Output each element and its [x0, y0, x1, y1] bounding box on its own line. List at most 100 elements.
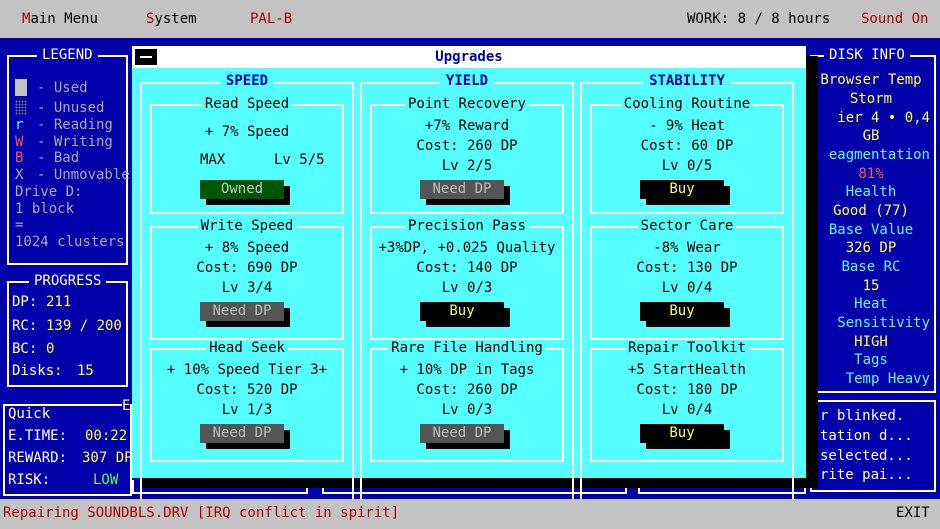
card-effect: -8% Wear — [653, 240, 721, 256]
dp-value: 211 — [46, 294, 72, 310]
card-effect: +5 StartHealth — [627, 362, 746, 378]
unmovable-key: X — [15, 167, 24, 183]
column-title-speed: SPEED — [219, 73, 275, 89]
card-effect: + 10% Speed Tier 3+ — [166, 362, 328, 378]
progress-panel: PROGRESS DP: 211 RC: 139 / 200 BC: 0 Dis… — [7, 273, 128, 387]
disk-info-line: GB — [862, 128, 880, 144]
upgrade-card-sector-care: Sector Care -8% Wear Cost: 130 DP Lv 0/4… — [590, 218, 784, 340]
dp-label: DP: — [12, 294, 38, 310]
dialog-title: Upgrades — [435, 49, 503, 65]
card-level: Lv 0/4 — [661, 402, 713, 418]
card-effect: +7% Reward — [424, 118, 510, 134]
buy-button[interactable]: Buy — [640, 302, 730, 327]
card-effect: +3%DP, +0.025 Quality — [378, 240, 556, 256]
disk-info-title: DISK INFO — [824, 47, 910, 63]
legend-bad: - Bad — [37, 150, 80, 166]
upgrades-dialog: Upgrades SPEED Read Speed + 7% Speed MAX… — [132, 46, 806, 516]
disks-label: Disks: — [12, 363, 63, 379]
card-cost: Cost: 260 DP — [416, 138, 518, 154]
progress-title: PROGRESS — [29, 273, 107, 289]
disk-info-line: Browser Temp — [820, 72, 922, 88]
card-title: Precision Pass — [404, 218, 529, 234]
risk-value: LOW — [93, 472, 119, 488]
log-line: selected... — [820, 448, 913, 464]
card-title: Point Recovery — [404, 96, 529, 112]
legend-writing: - Writing — [37, 134, 113, 150]
need-dp-button[interactable]: Need DP — [200, 302, 290, 327]
upgrade-card-read-speed: Read Speed + 7% Speed MAX Lv 5/5 Owned — [150, 96, 344, 214]
card-title: Head Seek — [206, 340, 288, 356]
column-title-yield: YIELD — [439, 73, 495, 89]
main-menu[interactable]: Main Menu — [22, 11, 98, 27]
quick-title: Quick — [8, 406, 51, 422]
card-effect: + 10% DP in Tags — [399, 362, 535, 378]
card-level: Lv 1/3 — [221, 402, 273, 418]
rc-label: RC: — [12, 318, 38, 334]
disk-info-line: eagmentation — [828, 147, 930, 163]
disk-info-line: Tags — [854, 352, 888, 368]
disks-value: 15 — [77, 363, 94, 379]
owned-button[interactable]: Owned — [200, 180, 290, 205]
card-effect: + 8% Speed — [204, 240, 290, 256]
disk-info-line: Storm — [849, 91, 893, 107]
palb-menu[interactable]: PAL-B — [250, 11, 292, 27]
legend-unmovable: - Unmovable — [37, 167, 130, 183]
card-cost: Cost: 130 DP — [636, 260, 738, 276]
buy-button[interactable]: Buy — [640, 424, 730, 449]
sound-toggle[interactable]: Sound On — [861, 11, 928, 27]
card-cost: Cost: 690 DP — [196, 260, 298, 276]
card-title: Read Speed — [201, 96, 293, 112]
card-title: Rare File Handling — [388, 340, 546, 356]
upgrade-card-write-speed: Write Speed + 8% Speed Cost: 690 DP Lv 3… — [150, 218, 344, 340]
status-message: Repairing SOUNDBLS.DRV [IRQ conflict in … — [3, 505, 400, 521]
column-speed: SPEED Read Speed + 7% Speed MAX Lv 5/5 O… — [140, 73, 354, 516]
need-dp-button[interactable]: Need DP — [200, 424, 290, 449]
dialog-titlebar: Upgrades — [132, 46, 806, 68]
card-cost: Cost: 140 DP — [416, 260, 518, 276]
card-title: Cooling Routine — [620, 96, 754, 112]
disk-info-line: 15 — [862, 278, 880, 294]
unused-swatch — [15, 100, 27, 115]
exit-button[interactable]: EXIT — [896, 505, 930, 521]
need-dp-button[interactable]: Need DP — [420, 424, 510, 449]
card-level: Lv 0/3 — [441, 280, 493, 296]
upgrade-card-cooling-routine: Cooling Routine - 9% Heat Cost: 60 DP Lv… — [590, 96, 784, 214]
legend-panel: LEGEND - Used - Unused r - Reading W - W… — [7, 47, 130, 265]
bad-key: B — [15, 150, 24, 166]
card-effect: - 9% Heat — [649, 118, 725, 134]
column-stability: STABILITY Cooling Routine - 9% Heat Cost… — [580, 73, 794, 516]
disk-info-line: Temp Heavy — [845, 371, 930, 387]
writing-key: W — [15, 134, 24, 150]
disk-info-line: Base RC — [841, 259, 901, 275]
card-level: Lv 5/5 — [274, 152, 325, 168]
buy-button[interactable]: Buy — [420, 302, 510, 327]
card-cost: Cost: 60 DP — [640, 138, 734, 154]
disk-info-line: Base Value — [828, 222, 914, 238]
menu-bar: Main Menu System PAL-B WORK: 8 / 8 hours… — [0, 0, 940, 38]
work-hours: WORK: 8 / 8 hours — [687, 11, 831, 27]
quick-title-tail: E — [122, 398, 131, 414]
legend-title: LEGEND — [37, 47, 98, 63]
card-cost: Cost: 180 DP — [636, 382, 738, 398]
disk-info-line: HIGH — [854, 334, 888, 350]
column-yield: YIELD Point Recovery +7% Reward Cost: 26… — [360, 73, 574, 516]
card-level: Lv 0/3 — [441, 402, 493, 418]
status-bar: Repairing SOUNDBLS.DRV [IRQ conflict in … — [0, 499, 940, 529]
drive-label: Drive D: — [15, 184, 83, 200]
clusters-label: 1024 clusters — [15, 234, 125, 250]
log-line: rite pai... — [820, 467, 913, 483]
disk-info-line: ier 4 • 0,4 — [837, 110, 930, 126]
quick-panel: Quick E E.TIME: 00:22 REWARD: 307 DP RIS… — [3, 398, 133, 496]
disk-info-line: Good (77) — [833, 203, 909, 219]
upgrade-card-rare-file-handling: Rare File Handling + 10% DP in Tags Cost… — [370, 340, 564, 462]
need-dp-button[interactable]: Need DP — [420, 180, 510, 205]
system-menu[interactable]: System — [146, 11, 197, 27]
disk-info-line: 326 DP — [845, 240, 897, 256]
disk-info-line: Health — [845, 184, 897, 200]
card-title: Repair Toolkit — [624, 340, 749, 356]
upgrade-card-precision-pass: Precision Pass +3%DP, +0.025 Quality Cos… — [370, 218, 564, 340]
disk-info-line: 81% — [858, 166, 884, 182]
buy-button[interactable]: Buy — [640, 180, 730, 205]
etime-value: 00:22 — [85, 428, 128, 444]
log-line: r blinked. — [820, 408, 905, 424]
